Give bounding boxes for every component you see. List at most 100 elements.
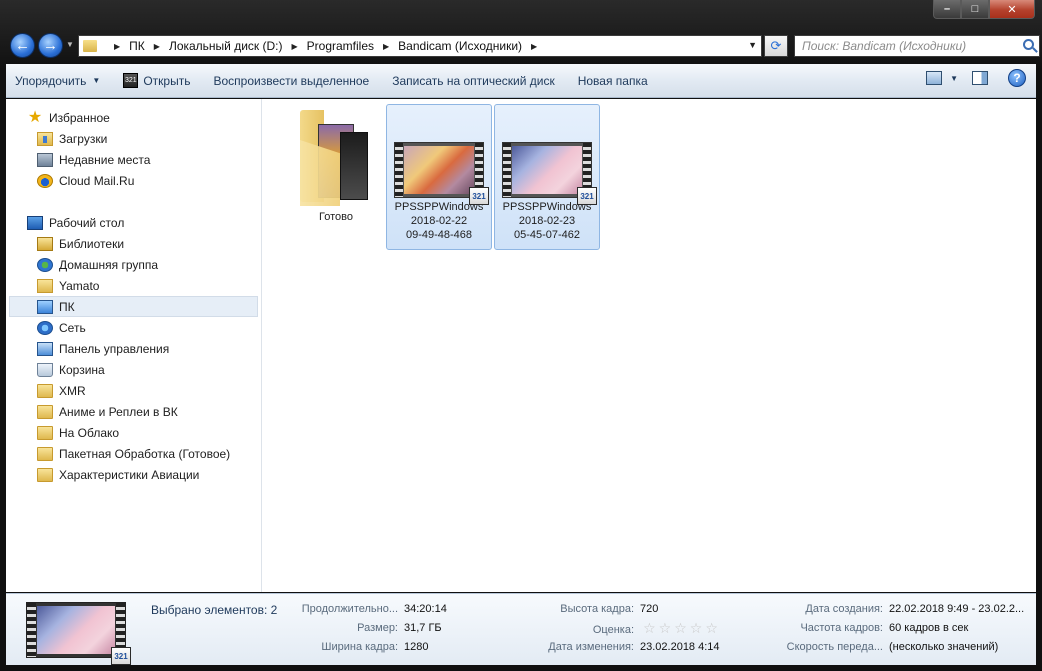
caption-buttons: – □ ✕	[933, 0, 1035, 20]
recent-places-icon	[37, 152, 53, 167]
folder-icon	[37, 383, 53, 398]
chevron-right-icon[interactable]: ▶	[383, 42, 389, 51]
star-icon[interactable]: ☆	[659, 621, 672, 635]
chevron-right-icon[interactable]: ▶	[114, 42, 120, 51]
property-rating: Оценка: ☆ ☆ ☆ ☆ ☆	[522, 621, 721, 636]
recent-pages-dropdown-icon[interactable]: ▼	[66, 40, 74, 49]
minimize-button[interactable]: –	[933, 0, 961, 19]
sidebar-item-recycle-bin[interactable]: Корзина	[6, 359, 261, 380]
star-icon: ★	[27, 108, 43, 126]
downloads-icon	[37, 131, 53, 146]
sidebar-item-label: Cloud Mail.Ru	[59, 173, 135, 188]
main-area: ★ Избранное Загрузки Недавние места Clou…	[6, 99, 1036, 592]
refresh-button[interactable]: ⟳	[764, 35, 788, 57]
file-item-folder[interactable]: Готово	[283, 104, 389, 250]
sidebar-item-cloud-mail[interactable]: Cloud Mail.Ru	[6, 170, 261, 191]
folder-icon	[37, 404, 53, 419]
sidebar-item-control-panel[interactable]: Панель управления	[6, 338, 261, 359]
file-item-video[interactable]: 321 PPSSPPWindows 2018-02-22 09-49-48-46…	[386, 104, 492, 250]
open-button[interactable]: 321 Открыть	[114, 69, 199, 93]
folder-icon	[37, 446, 53, 461]
property-modified: Дата изменения: 23.02.2018 4:14	[548, 641, 720, 653]
file-item-video[interactable]: 321 PPSSPPWindows 2018-02-23 05-45-07-46…	[494, 104, 600, 250]
libraries-icon	[37, 236, 53, 251]
sidebar-item-label: Панель управления	[59, 341, 170, 356]
chevron-down-icon[interactable]: ▼	[950, 74, 958, 83]
details-pane: 321 Выбрано элементов: 2 Продолжительно.…	[6, 593, 1036, 665]
sidebar-item-pc[interactable]: ПК	[9, 296, 258, 317]
sidebar-item-label: Загрузки	[59, 131, 108, 146]
sidebar-item-network[interactable]: Сеть	[6, 317, 261, 338]
search-icon[interactable]	[1023, 39, 1034, 50]
property-created: Дата создания: 22.02.2018 9:49 - 23.02.2.…	[805, 603, 1025, 615]
sidebar-item-xmr[interactable]: XMR	[6, 380, 261, 401]
address-history-dropdown-icon[interactable]: ▼	[748, 40, 757, 50]
sidebar-item-label: Рабочий стол	[49, 215, 125, 230]
file-name: PPSSPPWindows 2018-02-23 05-45-07-462	[502, 201, 592, 241]
chevron-down-icon: ▼	[92, 76, 101, 85]
sidebar-item-favorites[interactable]: ★ Избранное	[6, 107, 261, 128]
play-selected-button[interactable]: Воспроизвести выделенное	[204, 69, 378, 93]
sidebar-item-batch-processing[interactable]: Пакетная Обработка (Готовое)	[6, 443, 261, 464]
back-button[interactable]: ←	[10, 33, 35, 58]
search-input[interactable]: Поиск: Bandicam (Исходники)	[794, 35, 1040, 57]
sidebar-item-label: Библиотеки	[59, 236, 125, 251]
sidebar-item-yamato[interactable]: Yamato	[6, 275, 261, 296]
cloud-mail-icon	[37, 173, 53, 188]
star-icon[interactable]: ☆	[674, 621, 687, 635]
rating-stars[interactable]: ☆ ☆ ☆ ☆ ☆	[643, 621, 721, 635]
sidebar-item-downloads[interactable]: Загрузки	[6, 128, 261, 149]
property-frame-width: Ширина кадра: 1280	[321, 641, 429, 653]
navigation-pane: ★ Избранное Загрузки Недавние места Clou…	[6, 99, 262, 592]
organize-button[interactable]: Упорядочить ▼	[6, 69, 109, 93]
maximize-button[interactable]: □	[961, 0, 989, 19]
sidebar-item-label: Избранное	[49, 110, 110, 125]
help-icon[interactable]: ?	[1008, 69, 1026, 87]
sidebar-item-aviation-specs[interactable]: Характеристики Авиации	[6, 464, 261, 485]
star-icon[interactable]: ☆	[643, 621, 656, 635]
folder-icon	[37, 425, 53, 440]
preview-pane-icon[interactable]	[972, 71, 988, 85]
chevron-right-icon[interactable]: ▶	[531, 42, 537, 51]
file-list: Готово 321 PPSSPPWindows 2018-02-22 09-4…	[263, 99, 1036, 592]
forward-button[interactable]: →	[38, 33, 63, 58]
property-size: Размер: 31,7 ГБ	[357, 622, 442, 634]
burn-disc-button[interactable]: Записать на оптический диск	[383, 69, 564, 93]
breadcrumb-item[interactable]: Programfiles	[307, 39, 374, 53]
video-thumbnail: 321	[394, 142, 489, 205]
sidebar-item-label: Корзина	[59, 362, 105, 377]
breadcrumb-item[interactable]: Локальный диск (D:)	[169, 39, 283, 53]
property-frame-height: Высота кадра: 720	[560, 603, 659, 615]
sidebar-item-anime-replays[interactable]: Аниме и Реплеи в ВК	[6, 401, 261, 422]
chevron-right-icon[interactable]: ▶	[292, 42, 298, 51]
sidebar-item-label: На Облако	[59, 425, 120, 440]
chevron-right-icon[interactable]: ▶	[154, 42, 160, 51]
search-placeholder: Поиск: Bandicam (Исходники)	[802, 39, 967, 53]
selection-thumbnail: 321	[26, 602, 131, 665]
sidebar-item-homegroup[interactable]: Домашняя группа	[6, 254, 261, 275]
sidebar-item-to-cloud[interactable]: На Облако	[6, 422, 261, 443]
property-frame-rate: Частота кадров: 60 кадров в сек	[800, 622, 969, 634]
recycle-bin-icon	[37, 362, 53, 377]
change-view-icon[interactable]	[926, 71, 943, 85]
sidebar-item-label: XMR	[59, 383, 86, 398]
breadcrumb-item[interactable]: Bandicam (Исходники)	[398, 39, 522, 53]
file-name: PPSSPPWindows 2018-02-22 09-49-48-468	[394, 201, 484, 241]
address-bar[interactable]: ▶ ПК ▶ Локальный диск (D:) ▶ Programfile…	[78, 35, 762, 57]
sidebar-item-libraries[interactable]: Библиотеки	[6, 233, 261, 254]
breadcrumb-item[interactable]: ПК	[129, 39, 145, 53]
close-button[interactable]: ✕	[989, 0, 1035, 19]
sidebar-item-label: Сеть	[59, 320, 86, 335]
new-folder-button[interactable]: Новая папка	[569, 69, 657, 93]
sidebar-item-desktop[interactable]: Рабочий стол	[6, 212, 261, 233]
star-icon[interactable]: ☆	[690, 621, 703, 635]
open-label: Открыть	[143, 73, 191, 88]
media-player-icon: 321	[111, 647, 131, 665]
video-thumbnail: 321	[502, 142, 597, 205]
star-icon[interactable]: ☆	[705, 621, 718, 635]
sidebar-item-label: Домашняя группа	[59, 257, 159, 272]
sidebar-item-label: Yamato	[59, 278, 100, 293]
sidebar-item-label: Характеристики Авиации	[59, 467, 200, 482]
sidebar-item-recent-places[interactable]: Недавние места	[6, 149, 261, 170]
